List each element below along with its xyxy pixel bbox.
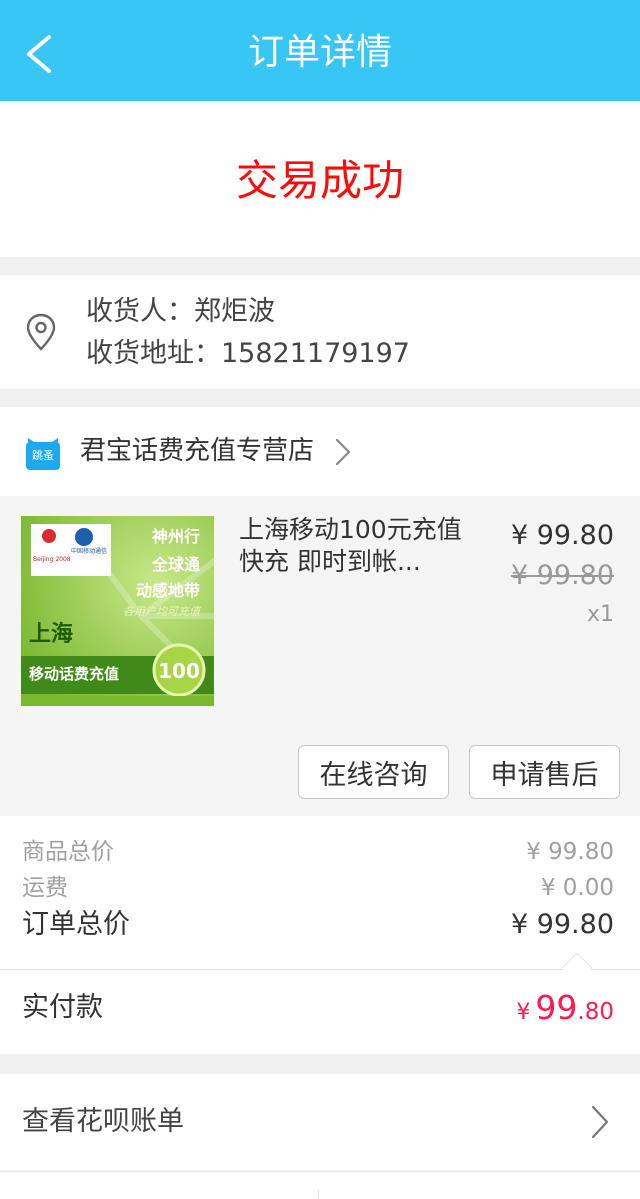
view-bill-label: 查看花呗账单 xyxy=(22,1106,184,1137)
slogan-4: 各用户均可充值 xyxy=(123,605,200,618)
nav-header: 订单详情 xyxy=(0,0,640,101)
order-total-value: ¥ 99.80 xyxy=(510,909,614,940)
online-consult-button[interactable]: 在线咨询 xyxy=(298,745,449,799)
product-thumbnail[interactable]: Beijing 2008 中国移动通信 神州行 全球通 动感地带 各用户均可充值… xyxy=(21,516,214,706)
amount-badge: 100 xyxy=(158,659,200,683)
goods-total-value: ¥ 99.80 xyxy=(526,839,614,865)
item-title[interactable]: 上海移动100元充值 快充 即时到帐... xyxy=(239,514,474,578)
item-quantity: x1 xyxy=(586,602,614,627)
after-sale-button[interactable]: 申请售后 xyxy=(469,745,620,799)
receiver-address: 收货地址：15821179197 xyxy=(86,338,410,369)
order-total-label: 订单总价 xyxy=(22,909,130,940)
region-label: 上海 xyxy=(29,622,74,647)
shop-row[interactable]: 跳蚤 君宝话费充值专营店 xyxy=(0,407,640,496)
paid-currency: ¥ xyxy=(516,1000,531,1025)
product-label: 移动话费充值 xyxy=(29,665,120,683)
divider xyxy=(0,969,640,970)
chevron-right-icon xyxy=(591,1105,609,1139)
goods-total-label: 商品总价 xyxy=(22,839,114,865)
order-status-text: 交易成功 xyxy=(235,156,404,205)
olympic-mark: Beijing 2008 xyxy=(33,556,71,563)
page-title: 订单详情 xyxy=(247,32,392,73)
view-huabei-bill-row[interactable]: 查看花呗账单 xyxy=(0,1074,640,1170)
item-price: ¥ 99.80 xyxy=(510,520,614,551)
pointer-notch xyxy=(561,952,593,984)
paid-amount: ¥ 99.80 xyxy=(516,988,614,1034)
receiver-name: 收货人：郑炬波 xyxy=(86,296,275,327)
bottom-action-bar xyxy=(0,1171,640,1199)
address-card[interactable]: 收货人：郑炬波 收货地址：15821179197 xyxy=(0,275,640,389)
order-item[interactable]: Beijing 2008 中国移动通信 神州行 全球通 动感地带 各用户均可充值… xyxy=(0,496,640,816)
order-status-card: 交易成功 xyxy=(0,101,640,257)
paid-label: 实付款 xyxy=(22,992,103,1023)
slogan-1: 神州行 xyxy=(151,527,200,546)
item-original-price: ¥ 99.80 xyxy=(510,560,614,591)
paid-integer: 99 xyxy=(535,988,578,1027)
chevron-right-icon[interactable] xyxy=(334,437,352,467)
slogan-3: 动感地带 xyxy=(135,581,200,600)
paid-decimal: .80 xyxy=(577,999,614,1025)
slogan-2: 全球通 xyxy=(151,555,200,574)
price-summary: 商品总价 ¥ 99.80 运费 ¥ 0.00 订单总价 ¥ 99.80 实付款 … xyxy=(0,816,640,1054)
carrier-mark: 中国移动通信 xyxy=(71,548,108,555)
shipping-label: 运费 xyxy=(22,875,68,901)
shipping-value: ¥ 0.00 xyxy=(540,875,614,901)
divider xyxy=(318,1190,319,1199)
shop-name[interactable]: 君宝话费充值专营店 xyxy=(80,433,314,469)
shop-badge-text: 跳蚤 xyxy=(32,449,54,462)
location-pin-icon xyxy=(26,313,56,351)
